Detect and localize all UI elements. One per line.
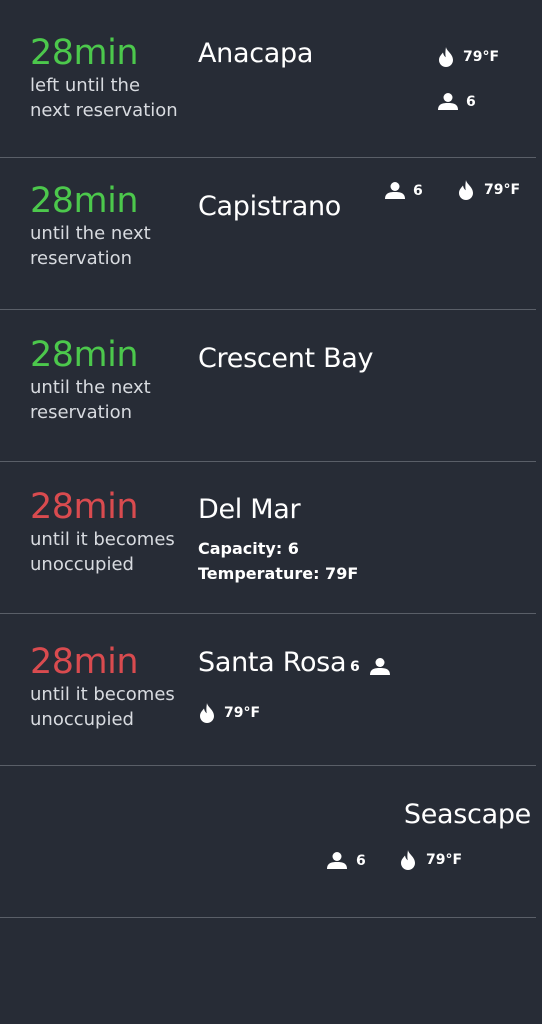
capacity-stat: 6 xyxy=(327,852,366,869)
room-details: Capacity: 6 Temperature: 79F xyxy=(198,536,358,586)
time-label-line-1: until it becomes xyxy=(30,684,175,705)
room-name: Anacapa xyxy=(198,38,314,69)
person-icon xyxy=(385,182,405,199)
flame-icon xyxy=(459,180,473,200)
room-name: Santa Rosa xyxy=(198,647,347,678)
time-label-line-1: until the next xyxy=(30,223,151,244)
room-row-anacapa[interactable]: 28min left until the next reservation An… xyxy=(0,0,536,158)
flame-icon xyxy=(401,850,415,870)
room-name: Seascape xyxy=(403,799,531,830)
room-row-capistrano[interactable]: 28min until the next reservation Capistr… xyxy=(0,158,536,310)
capacity-stat: 6 xyxy=(438,93,476,110)
flame-icon xyxy=(200,703,214,723)
room-row-seascape[interactable]: Seascape 6 79°F xyxy=(0,766,536,918)
capacity-stat: 6 xyxy=(385,182,423,199)
person-icon xyxy=(369,658,390,675)
capacity-value: 6 xyxy=(413,182,423,199)
temperature-value: 79°F xyxy=(426,852,463,868)
time-block: 28min until it becomes unoccupied xyxy=(30,642,175,732)
time-remaining: 28min xyxy=(30,335,139,375)
room-name: Capistrano xyxy=(198,191,341,222)
room-row-santa-rosa[interactable]: 28min until it becomes unoccupied Santa … xyxy=(0,614,536,766)
room-row-crescent-bay[interactable]: 28min until the next reservation Crescen… xyxy=(0,310,536,462)
temperature-stat: 79°F xyxy=(458,180,520,200)
time-block: 28min until it becomes unoccupied xyxy=(30,487,175,577)
time-remaining: 28min xyxy=(30,487,139,527)
capacity-text: Capacity: 6 xyxy=(198,539,299,558)
time-label-line-2: reservation xyxy=(30,248,133,269)
temperature-value: 79°F xyxy=(484,182,521,198)
time-label-line-2: reservation xyxy=(30,402,133,423)
time-remaining: 28min xyxy=(30,181,139,221)
time-label-line-2: next reservation xyxy=(30,100,178,121)
capacity-stat: 6 xyxy=(350,658,390,675)
capacity-value: 6 xyxy=(466,93,476,110)
temperature-value: 79°F xyxy=(224,705,261,721)
time-label-line-1: left until the xyxy=(30,75,141,96)
time-block: 28min until the next reservation xyxy=(30,335,151,425)
capacity-value: 6 xyxy=(350,658,360,675)
time-label-line-2: unoccupied xyxy=(30,709,134,730)
person-icon xyxy=(438,93,458,110)
temperature-stat: 79°F xyxy=(438,47,499,67)
temperature-stat: 79°F xyxy=(199,703,260,723)
time-remaining: 28min xyxy=(30,642,139,682)
temperature-stat: 79°F xyxy=(400,850,462,870)
time-block: 28min left until the next reservation xyxy=(30,33,178,123)
capacity-value: 6 xyxy=(356,852,366,869)
time-remaining: 28min xyxy=(30,33,139,73)
room-name: Crescent Bay xyxy=(198,343,374,374)
time-block: 28min until the next reservation xyxy=(30,181,151,271)
room-row-del-mar[interactable]: 28min until it becomes unoccupied Del Ma… xyxy=(0,462,536,614)
temperature-text: Temperature: 79F xyxy=(198,564,359,583)
flame-icon xyxy=(439,47,453,67)
room-name: Del Mar xyxy=(198,494,301,525)
time-label-line-2: unoccupied xyxy=(30,554,134,575)
time-label-line-1: until the next xyxy=(30,377,151,398)
time-label-line-1: until it becomes xyxy=(30,529,175,550)
temperature-value: 79°F xyxy=(463,49,500,65)
person-icon xyxy=(327,852,347,869)
